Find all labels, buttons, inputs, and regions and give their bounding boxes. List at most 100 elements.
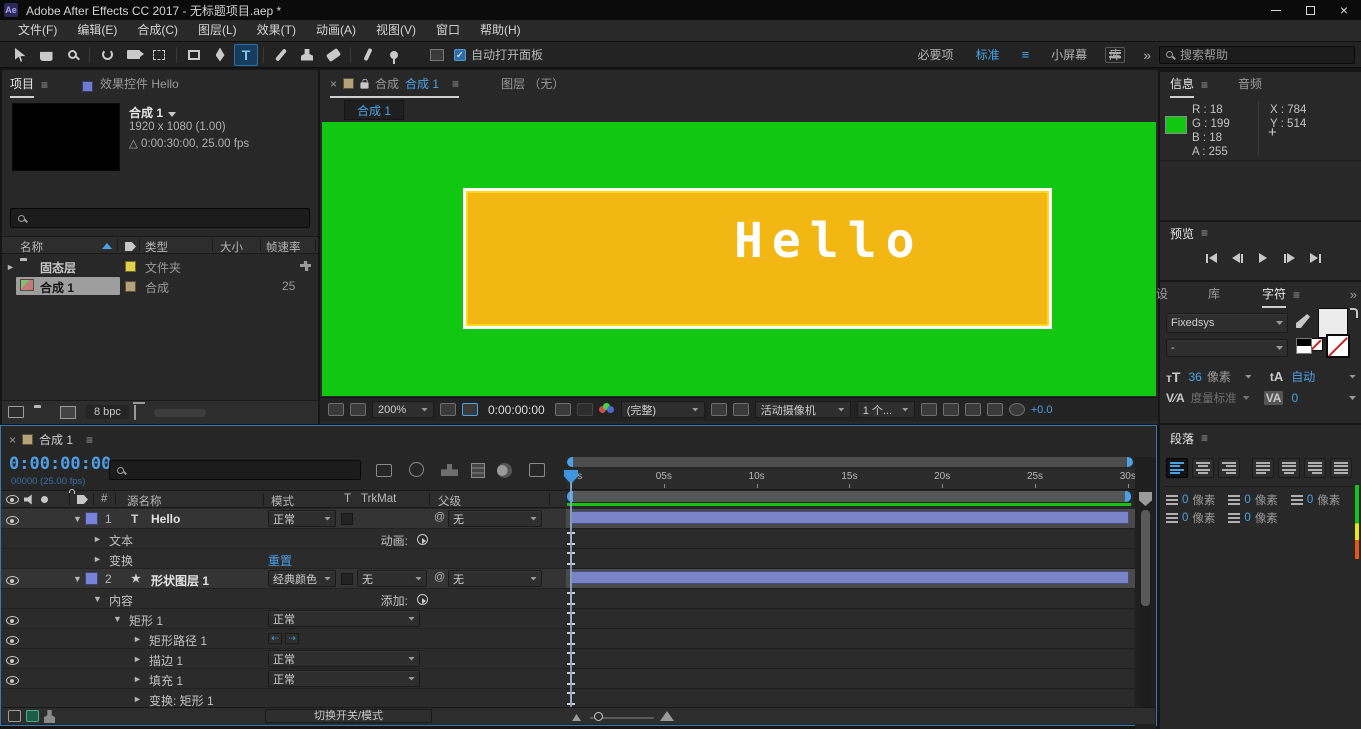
expander-icon[interactable]: ► (133, 634, 142, 644)
timeline-panel-menu-icon[interactable]: ≡ (86, 433, 93, 447)
motion-blur-icon[interactable] (497, 463, 512, 478)
path-direction-right-icon[interactable]: ⇢ (285, 633, 299, 644)
always-preview-icon[interactable] (328, 403, 344, 416)
zoom-out-mountain-icon[interactable] (572, 714, 581, 721)
font-style-dropdown[interactable]: - (1166, 339, 1288, 357)
comp-mini-flowchart-icon[interactable] (376, 464, 392, 477)
label-color-chip[interactable] (125, 281, 136, 292)
column-mode[interactable]: 模式 (271, 493, 294, 509)
workspace-item[interactable]: 小屏幕 (1051, 46, 1087, 63)
blend-mode-dropdown[interactable]: 正常 (268, 510, 336, 527)
composition-canvas[interactable]: Hello (322, 122, 1156, 396)
tab-layer[interactable]: 图层 （无） (501, 75, 564, 98)
rotate-tool-icon[interactable] (95, 44, 119, 66)
animate-flyout-icon[interactable] (417, 594, 428, 605)
justify-last-right-button[interactable] (1304, 458, 1326, 478)
tab-effects-presets-clipped[interactable]: 设 (1156, 285, 1168, 308)
sort-ascending-icon[interactable] (102, 243, 112, 249)
timeline-tab-close-icon[interactable]: × (9, 433, 16, 447)
snapshot-camera-icon[interactable] (555, 403, 571, 416)
menu-item[interactable]: 合成(C) (127, 20, 188, 41)
roto-brush-tool-icon[interactable] (356, 44, 380, 66)
timeline-property-row[interactable]: ►变换重置 (1, 549, 1156, 569)
timeline-vscrollbar[interactable] (1140, 510, 1151, 708)
menu-item[interactable]: 视图(V) (366, 20, 426, 41)
row-track[interactable] (566, 689, 1136, 709)
menu-item[interactable]: 编辑(E) (67, 20, 127, 41)
parent-pickwhip-icon[interactable]: @ (434, 511, 445, 523)
workspace-settings-icon[interactable] (1105, 47, 1125, 63)
layer-color-chip[interactable] (85, 512, 98, 525)
align-center-button[interactable] (1192, 458, 1214, 478)
tab-info[interactable]: 信息 (1170, 75, 1194, 98)
column-name[interactable]: 名称 (20, 239, 43, 255)
indent-value[interactable]: 0 (1182, 494, 1188, 506)
expander-icon[interactable]: ▼ (93, 594, 102, 604)
row-track[interactable] (566, 629, 1136, 649)
tab-overflow-icon[interactable]: » (1350, 287, 1357, 308)
hello-text-layer[interactable]: Hello (734, 213, 924, 269)
fast-preview-icon[interactable] (943, 403, 959, 416)
paragraph-panel-menu-icon[interactable]: ≡ (1201, 431, 1208, 451)
show-snapshot-icon[interactable] (577, 403, 593, 416)
puppet-pin-tool-icon[interactable] (382, 44, 406, 66)
previous-frame-button[interactable] (1226, 250, 1248, 266)
work-area-bar[interactable] (567, 491, 1131, 502)
shape-layer-rectangle[interactable]: Hello (463, 188, 1052, 329)
indent-value[interactable]: 0 (1244, 494, 1250, 506)
layer-duration-bar[interactable] (571, 511, 1129, 524)
toggle-switches-modes-button[interactable]: 切换开关/模式 (265, 709, 432, 723)
row-track[interactable] (566, 649, 1136, 669)
exposure-value[interactable]: +0.0 (1031, 404, 1053, 416)
preserve-transparency-checkbox[interactable] (341, 573, 353, 585)
font-family-dropdown[interactable]: Fixedsys (1166, 313, 1288, 333)
stroke-over-fill-swatch[interactable] (1296, 338, 1312, 354)
bpc-button[interactable]: 8 bpc (86, 405, 129, 419)
last-frame-button[interactable] (1304, 250, 1326, 266)
parent-dropdown[interactable]: 无 (448, 570, 542, 587)
tab-character[interactable]: 字符 (1262, 285, 1286, 308)
timeline-column-headers[interactable]: # 源名称 模式 T TrkMat 父级 (1, 490, 566, 508)
hide-shy-layers-icon[interactable] (441, 464, 458, 476)
blend-mode-dropdown[interactable]: 正常 (268, 670, 420, 687)
column-fps[interactable]: 帧速率 (266, 239, 301, 255)
interpret-footage-icon[interactable] (8, 406, 24, 418)
viewer-sub-tab[interactable]: 合成 1 (344, 100, 404, 120)
expander-icon[interactable]: ▼ (73, 574, 82, 584)
project-comp-title[interactable]: 合成 1 (129, 104, 176, 121)
trkmat-dropdown[interactable]: 无 (357, 570, 427, 587)
active-camera-dropdown[interactable]: 活动摄像机 (755, 401, 851, 418)
frame-blending-icon[interactable] (471, 463, 485, 478)
current-timecode[interactable]: 0:00:00:00 (9, 454, 111, 474)
pixel-aspect-correction-icon[interactable] (921, 403, 937, 416)
timeline-navigator-bar[interactable] (567, 457, 1133, 467)
parent-dropdown[interactable]: 无 (448, 510, 542, 527)
magnification-dropdown[interactable]: 200% (372, 401, 434, 418)
layer-duration-bar[interactable] (571, 571, 1129, 584)
animate-flyout-icon[interactable] (417, 534, 428, 545)
tab-paragraph[interactable]: 段落 (1170, 430, 1194, 451)
column-trkmat[interactable]: TrkMat (361, 493, 396, 505)
expander-icon[interactable]: ► (133, 674, 142, 684)
menu-item[interactable]: 文件(F) (8, 20, 67, 41)
tab-library[interactable]: 库 (1208, 285, 1220, 308)
text-tool-icon[interactable]: T (234, 44, 258, 66)
timeline-property-row[interactable]: ►描边 1正常 (1, 649, 1156, 669)
navigator-start-handle[interactable] (567, 457, 573, 467)
minimize-button[interactable] (1259, 0, 1293, 20)
time-ruler[interactable]: 0s05s10s15s20s25s30s (566, 469, 1136, 490)
timeline-property-row[interactable]: ▼内容添加: (1, 589, 1156, 609)
kerning-tracking-control[interactable]: V⁄A 度量标准 VA 0 (1166, 390, 1356, 406)
eye-toggle-icon[interactable] (6, 676, 19, 685)
preview-panel-menu-icon[interactable]: ≡ (1201, 226, 1208, 246)
timeline-property-row[interactable]: ►变换: 矩形 1 (1, 689, 1156, 709)
item-name[interactable]: 合成 1 (40, 279, 74, 296)
preserve-transparency-checkbox[interactable] (341, 513, 353, 525)
row-track[interactable] (566, 569, 1136, 589)
pan-behind-tool-icon[interactable] (147, 44, 171, 66)
zoom-in-mountain-icon[interactable] (660, 711, 674, 721)
timeline-search-input[interactable] (109, 460, 361, 480)
eye-toggle-icon[interactable] (6, 656, 19, 665)
workspace-item[interactable]: 必要项 (918, 46, 954, 63)
expand-layer-switches-icon[interactable] (8, 710, 21, 722)
